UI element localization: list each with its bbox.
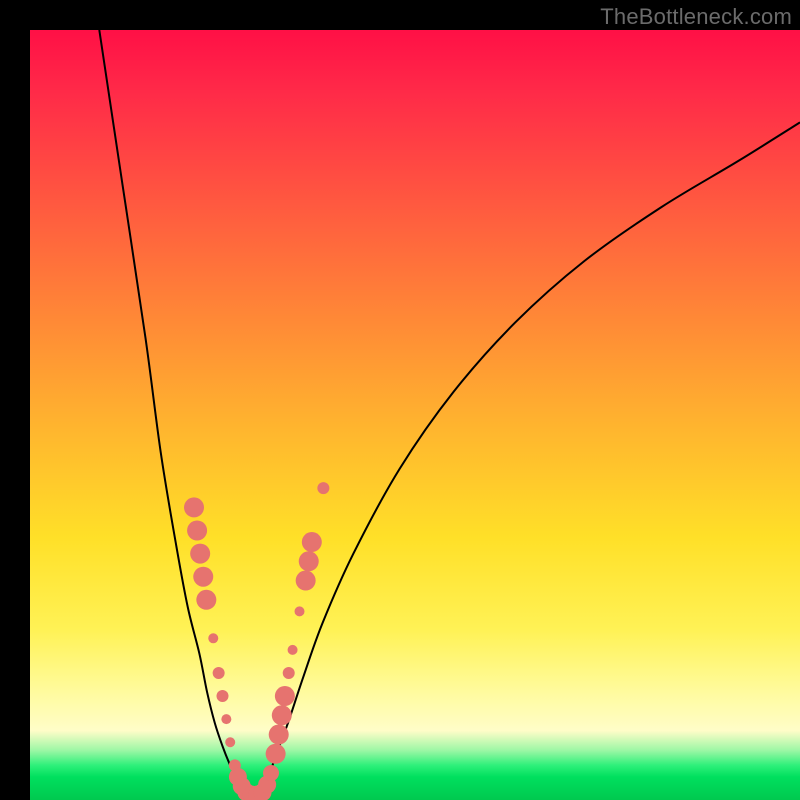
data-point [295,606,305,616]
watermark-text: TheBottleneck.com [600,4,792,30]
data-point [187,520,207,540]
data-point [272,705,292,725]
data-point [302,532,322,552]
plot-area [30,30,800,800]
data-point [196,590,216,610]
v-curve [99,30,800,792]
data-point [299,551,319,571]
data-point [190,544,210,564]
curve-layer [30,30,800,800]
data-point [317,482,329,494]
dot-layer [184,482,329,800]
data-point [275,686,295,706]
data-point [193,567,213,587]
data-point [296,571,316,591]
data-point [263,765,279,781]
data-point [283,667,295,679]
data-point [221,714,231,724]
data-point [288,645,298,655]
data-point [225,737,235,747]
data-point [266,744,286,764]
data-point [184,497,204,517]
left-branch-path [99,30,244,792]
data-point [269,725,289,745]
data-point [213,667,225,679]
data-point [217,690,229,702]
data-point [208,633,218,643]
chart-frame: TheBottleneck.com [0,0,800,800]
right-branch-path [263,122,800,792]
